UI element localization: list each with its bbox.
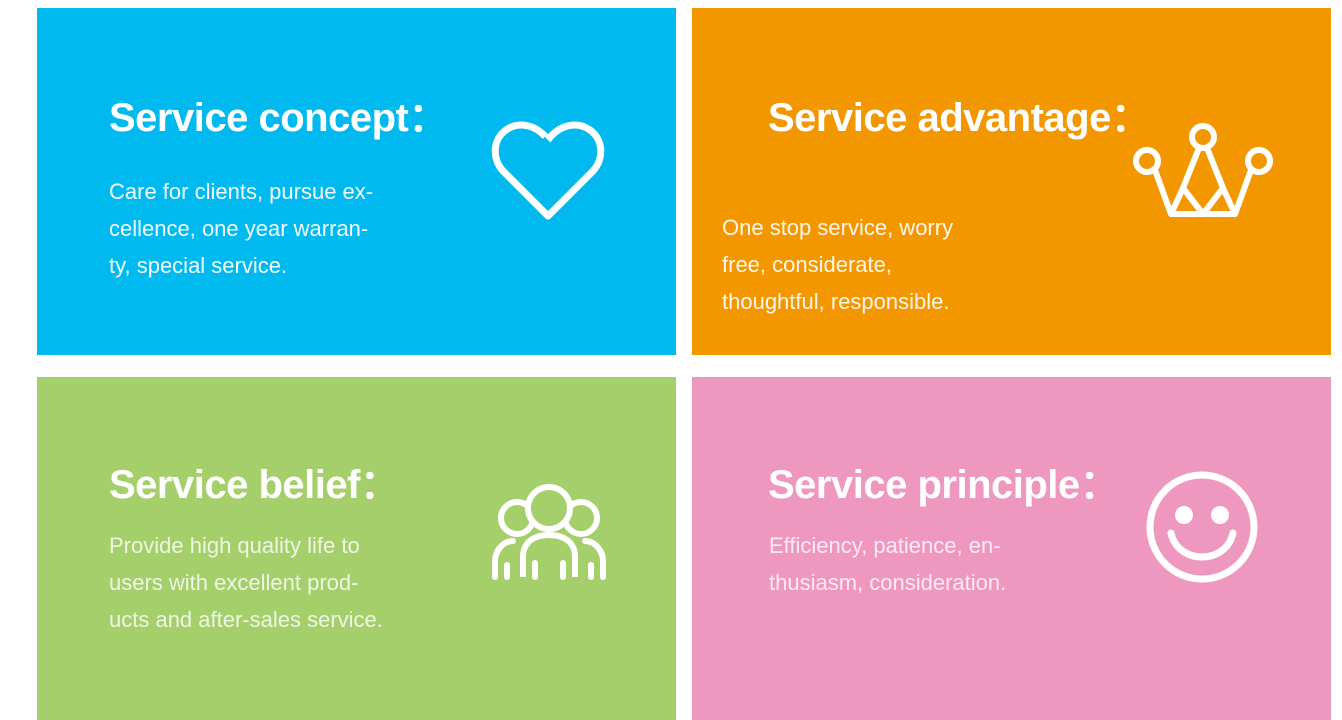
crown-icon (1129, 120, 1277, 220)
service-concept-card: Service concept： Care for clients, pursu… (37, 8, 676, 355)
service-principle-description: Efficiency, patience, en- thusiasm, cons… (769, 527, 1006, 601)
smiley-icon (1144, 469, 1260, 585)
heart-icon (490, 118, 606, 222)
description-line: Efficiency, patience, en- (769, 533, 1001, 558)
description-line: thusiasm, consideration. (769, 570, 1007, 595)
service-principle-title: Service principle： (768, 463, 1120, 507)
group-icon (487, 481, 611, 581)
service-belief-title: Service belief： (109, 463, 400, 507)
service-belief-card: Service belief： Provide high quality lif… (37, 377, 676, 720)
description-line: users with excellent prod- (109, 570, 359, 595)
description-line: ty, special service. (109, 253, 288, 278)
description-line: free, considerate, (722, 252, 892, 277)
service-advantage-card: Service advantage： One stop service, wor… (692, 8, 1331, 355)
service-concept-title: Service concept： (109, 96, 448, 140)
service-concept-description: Care for clients, pursue ex- cellence, o… (109, 173, 373, 284)
description-line: ucts and after-sales service. (109, 607, 383, 632)
description-line: One stop service, worry (722, 215, 954, 240)
service-advantage-title: Service advantage： (768, 96, 1151, 140)
service-advantage-description: One stop service, worry free, considerat… (722, 209, 953, 320)
description-line: cellence, one year warran- (109, 216, 369, 241)
service-belief-description: Provide high quality life to users with … (109, 527, 383, 638)
description-line: thoughtful, responsible. (722, 289, 950, 314)
description-line: Care for clients, pursue ex- (109, 179, 374, 204)
service-principle-card: Service principle： Efficiency, patience,… (692, 377, 1331, 720)
description-line: Provide high quality life to (109, 533, 360, 558)
